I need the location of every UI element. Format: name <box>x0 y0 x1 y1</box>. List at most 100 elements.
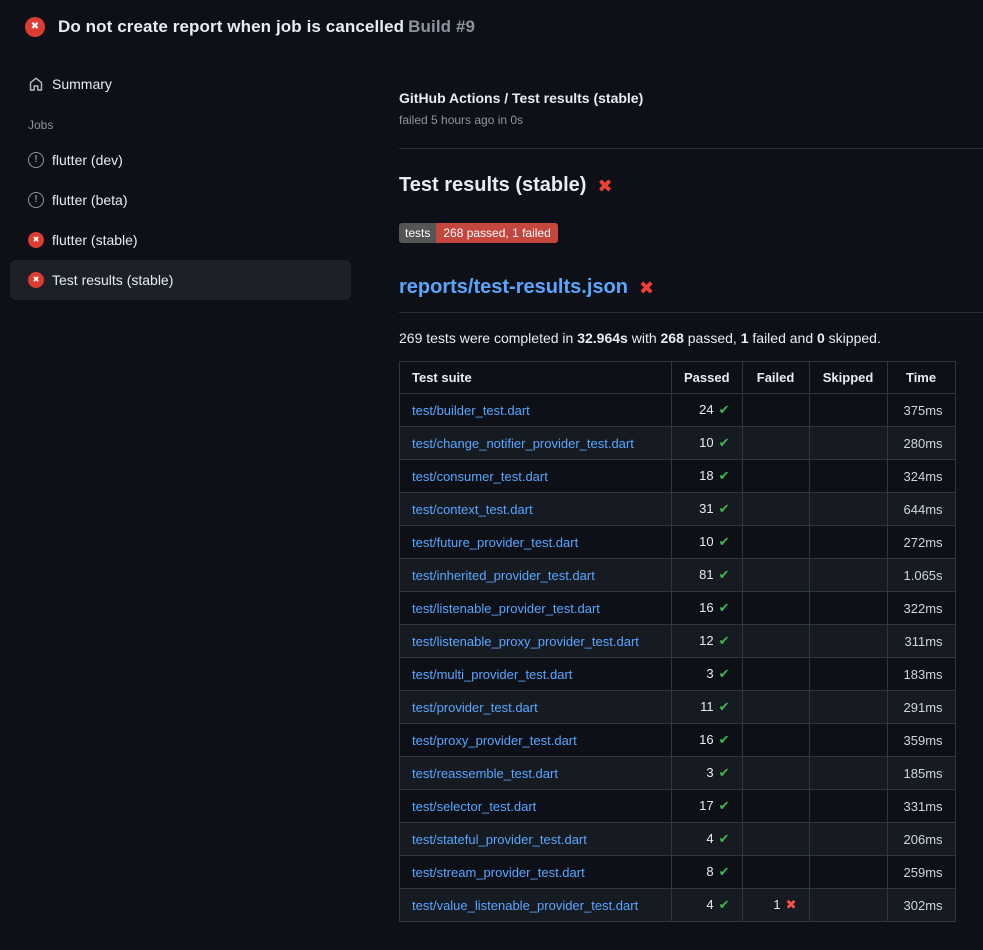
test-suite-cell: test/reassemble_test.dart <box>400 757 672 790</box>
check-icon: ✔ <box>719 402 730 417</box>
failed-cell <box>742 757 809 790</box>
sidebar: Summary Jobs ! flutter (dev) ! flutter (… <box>0 50 361 300</box>
test-suite-link[interactable]: test/proxy_provider_test.dart <box>412 733 577 748</box>
failed-cell <box>742 460 809 493</box>
report-file-link[interactable]: reports/test-results.json ✖ <box>399 276 983 313</box>
table-row: test/value_listenable_provider_test.dart… <box>400 889 956 922</box>
test-suite-link[interactable]: test/builder_test.dart <box>412 403 530 418</box>
time-cell: 259ms <box>887 856 955 889</box>
test-suite-link[interactable]: test/provider_test.dart <box>412 700 538 715</box>
sidebar-item-label: flutter (beta) <box>52 192 127 208</box>
skipped-cell <box>809 592 887 625</box>
check-icon: ✔ <box>719 600 730 615</box>
table-row: test/future_provider_test.dart10✔272ms <box>400 526 956 559</box>
check-icon: ✔ <box>719 501 730 516</box>
main-content: GitHub Actions / Test results (stable) f… <box>361 50 983 922</box>
test-suite-link[interactable]: test/consumer_test.dart <box>412 469 548 484</box>
time-cell: 311ms <box>887 625 955 658</box>
passed-count: 268 <box>661 330 684 346</box>
passed-cell: 16✔ <box>672 592 743 625</box>
test-suite-link[interactable]: test/future_provider_test.dart <box>412 535 578 550</box>
skipped-cell <box>809 460 887 493</box>
test-suite-link[interactable]: test/context_test.dart <box>412 502 533 517</box>
badge-value: 268 passed, 1 failed <box>436 223 557 243</box>
passed-cell: 81✔ <box>672 559 743 592</box>
test-suite-link[interactable]: test/selector_test.dart <box>412 799 536 814</box>
failed-cell <box>742 724 809 757</box>
skipped-cell <box>809 394 887 427</box>
table-row: test/reassemble_test.dart3✔185ms <box>400 757 956 790</box>
test-suite-cell: test/consumer_test.dart <box>400 460 672 493</box>
time-cell: 280ms <box>887 427 955 460</box>
test-suite-cell: test/value_listenable_provider_test.dart <box>400 889 672 922</box>
test-suite-cell: test/stream_provider_test.dart <box>400 856 672 889</box>
test-suite-link[interactable]: test/stream_provider_test.dart <box>412 865 585 880</box>
time-cell: 291ms <box>887 691 955 724</box>
passed-cell: 12✔ <box>672 625 743 658</box>
passed-cell: 16✔ <box>672 724 743 757</box>
test-suite-link[interactable]: test/inherited_provider_test.dart <box>412 568 595 583</box>
check-icon: ✔ <box>719 699 730 714</box>
passed-cell: 31✔ <box>672 493 743 526</box>
table-row: test/listenable_provider_test.dart16✔322… <box>400 592 956 625</box>
neutral-status-icon: ! <box>28 152 44 168</box>
time-cell: 331ms <box>887 790 955 823</box>
build-number: Build #9 <box>408 17 475 36</box>
skipped-cell <box>809 625 887 658</box>
test-suite-link[interactable]: test/change_notifier_provider_test.dart <box>412 436 634 451</box>
test-suite-link[interactable]: test/listenable_provider_test.dart <box>412 601 600 616</box>
failed-status-icon: ✖ <box>28 232 44 248</box>
test-suite-cell: test/builder_test.dart <box>400 394 672 427</box>
test-suite-cell: test/selector_test.dart <box>400 790 672 823</box>
table-header-row: Test suite Passed Failed Skipped Time <box>400 362 956 394</box>
passed-cell: 17✔ <box>672 790 743 823</box>
page-header: ✖ Do not create report when job is cance… <box>0 0 983 50</box>
sidebar-item-test-results-stable[interactable]: ✖ Test results (stable) <box>10 260 351 300</box>
sidebar-item-flutter-stable[interactable]: ✖ flutter (stable) <box>10 220 351 260</box>
check-icon: ✔ <box>719 732 730 747</box>
skipped-cell <box>809 691 887 724</box>
time-cell: 272ms <box>887 526 955 559</box>
failed-cell <box>742 394 809 427</box>
sidebar-item-flutter-beta[interactable]: ! flutter (beta) <box>10 180 351 220</box>
passed-cell: 18✔ <box>672 460 743 493</box>
passed-cell: 3✔ <box>672 757 743 790</box>
check-icon: ✔ <box>719 567 730 582</box>
test-suite-cell: test/context_test.dart <box>400 493 672 526</box>
table-row: test/inherited_provider_test.dart81✔1.06… <box>400 559 956 592</box>
sidebar-item-flutter-dev[interactable]: ! flutter (dev) <box>10 140 351 180</box>
check-icon: ✔ <box>719 864 730 879</box>
cross-mark-icon: ✖ <box>639 279 654 297</box>
page-title: Do not create report when job is cancell… <box>58 17 475 37</box>
failed-cell <box>742 526 809 559</box>
test-results-table: Test suite Passed Failed Skipped Time te… <box>399 361 956 922</box>
failed-cell <box>742 559 809 592</box>
skipped-cell <box>809 856 887 889</box>
test-suite-cell: test/listenable_proxy_provider_test.dart <box>400 625 672 658</box>
skipped-cell <box>809 427 887 460</box>
test-suite-link[interactable]: test/listenable_proxy_provider_test.dart <box>412 634 639 649</box>
failed-cell <box>742 427 809 460</box>
test-suite-link[interactable]: test/multi_provider_test.dart <box>412 667 572 682</box>
test-suite-link[interactable]: test/stateful_provider_test.dart <box>412 832 587 847</box>
total-duration: 32.964s <box>577 330 628 346</box>
table-row: test/context_test.dart31✔644ms <box>400 493 956 526</box>
sidebar-item-label: Test results (stable) <box>52 272 173 288</box>
skipped-cell <box>809 889 887 922</box>
table-row: test/provider_test.dart 11✔ 291ms <box>400 691 956 724</box>
skipped-count: 0 <box>817 330 825 346</box>
sidebar-item-summary[interactable]: Summary <box>10 66 351 102</box>
column-header-time: Time <box>887 362 955 394</box>
test-suite-link[interactable]: test/value_listenable_provider_test.dart <box>412 898 638 913</box>
time-cell: 359ms <box>887 724 955 757</box>
failed-cell <box>742 856 809 889</box>
passed-cell: 11✔ <box>672 691 743 724</box>
badge-label: tests <box>399 223 436 243</box>
test-suite-cell: test/inherited_provider_test.dart <box>400 559 672 592</box>
passed-cell: 4✔ <box>672 823 743 856</box>
test-suite-link[interactable]: test/reassemble_test.dart <box>412 766 558 781</box>
test-suite-cell: test/future_provider_test.dart <box>400 526 672 559</box>
skipped-cell <box>809 493 887 526</box>
test-suite-cell: test/change_notifier_provider_test.dart <box>400 427 672 460</box>
breadcrumb: GitHub Actions / Test results (stable) <box>399 90 983 106</box>
